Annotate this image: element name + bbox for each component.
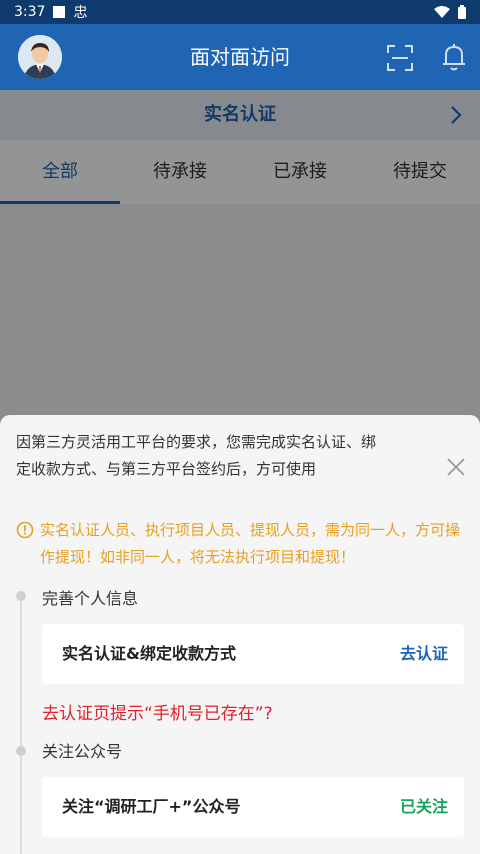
card-title: 关注“调研工厂+”公众号 — [62, 797, 241, 816]
warning-text: 实名认证人员、执行项目人员、提现人员，需为同一人，方可操作提现！如非同一人，将无… — [40, 521, 461, 566]
card-follow-official-account[interactable]: 关注“调研工厂+”公众号 已关注 — [42, 777, 464, 837]
card-real-name-verify[interactable]: 实名认证&绑定收款方式 去认证 — [42, 624, 464, 684]
close-icon[interactable] — [444, 455, 468, 479]
go-verify-button[interactable]: 去认证 — [400, 624, 448, 684]
verification-sheet: 因第三方灵活用工平台的要求，您需完成实名认证、绑定收款方式、与第三方平台签约后，… — [0, 415, 480, 854]
step-label-personal-info: 完善个人信息 — [42, 589, 139, 608]
sheet-intro-text: 因第三方灵活用工平台的要求，您需完成实名认证、绑定收款方式、与第三方平台签约后，… — [16, 433, 377, 478]
step-label-follow-account: 关注公众号 — [42, 742, 123, 761]
step-dot — [16, 591, 26, 601]
card-title: 实名认证&绑定收款方式 — [62, 644, 236, 663]
battery-icon — [458, 5, 466, 19]
followed-status: 已关注 — [399, 797, 448, 816]
timeline-line — [20, 597, 22, 854]
app-notification-glyph: 忠 — [73, 5, 88, 21]
app-header: 面对面访问 — [0, 24, 480, 90]
warning-notice: 实名认证人员、执行项目人员、提现人员，需为同一人，方可操作提现！如非同一人，将无… — [16, 517, 466, 571]
wifi-icon — [434, 6, 450, 18]
status-bar: 3:37 忠 — [0, 0, 480, 24]
notification-square-icon — [53, 6, 66, 18]
warning-icon — [16, 521, 34, 539]
phone-exists-hint-link[interactable]: 去认证页提示“手机号已存在”? — [42, 699, 273, 724]
scan-icon[interactable] — [386, 44, 414, 72]
step-dot — [16, 746, 26, 756]
bell-icon[interactable] — [440, 42, 468, 72]
status-time: 3:37 — [14, 4, 46, 20]
